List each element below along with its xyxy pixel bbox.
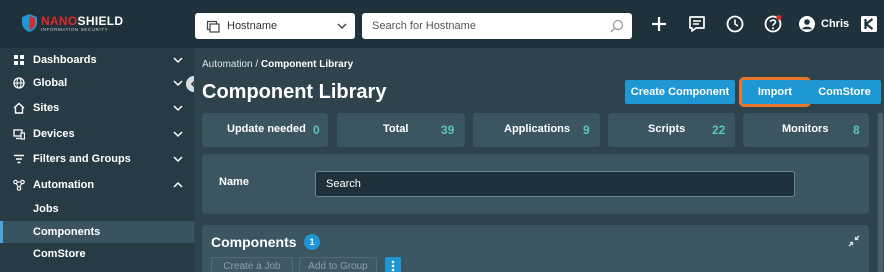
create-job-button[interactable]: Create a Job <box>211 257 293 272</box>
sidebar-item-automation[interactable]: Automation <box>0 173 194 197</box>
stat-label: Total <box>383 123 409 135</box>
sidebar-subitem-label: Components <box>33 226 101 238</box>
sidebar-item-filters-and-groups[interactable]: Filters and Groups <box>0 147 194 171</box>
automation-icon <box>13 179 25 191</box>
sidebar-item-label: Automation <box>33 179 95 191</box>
import-button[interactable]: Import <box>739 77 811 107</box>
chevron-down-icon <box>173 131 183 138</box>
sidebar: Dashboards Global Sites Devices Filters … <box>0 48 194 272</box>
search-box <box>362 13 632 39</box>
stat-scripts[interactable]: Scripts 22 <box>608 113 735 147</box>
add-to-group-button[interactable]: Add to Group <box>299 257 377 272</box>
stat-value: 39 <box>441 123 455 137</box>
stat-value: 0 <box>313 123 320 137</box>
chat-icon[interactable] <box>687 14 707 34</box>
hostname-select-value: Hostname <box>227 20 278 32</box>
sidebar-item-sites[interactable]: Sites <box>0 96 194 120</box>
collapse-arrows-icon[interactable] <box>848 235 860 247</box>
stat-label: Update needed <box>227 123 306 135</box>
devices-icon <box>13 129 25 140</box>
components-title: Components <box>211 234 297 250</box>
stat-label: Monitors <box>782 123 829 135</box>
breadcrumb-current: Component Library <box>260 59 354 70</box>
chevron-down-icon <box>173 57 183 64</box>
breadcrumb: Automation / Component Library <box>202 59 353 70</box>
grid-icon <box>14 55 24 65</box>
sidebar-item-devices[interactable]: Devices <box>0 122 194 146</box>
filter-icon <box>14 154 24 164</box>
breadcrumb-separator: / <box>252 59 261 70</box>
chevron-down-icon <box>337 23 347 29</box>
hostname-select[interactable]: Hostname <box>195 13 355 39</box>
help-icon[interactable] <box>763 14 783 34</box>
main-content: Automation / Component Library Component… <box>194 48 884 272</box>
scrollbar-thumb[interactable] <box>878 113 883 272</box>
create-component-button[interactable]: Create Component <box>625 80 735 104</box>
filter-panel: Name <box>202 154 869 214</box>
stat-monitors[interactable]: Monitors 8 <box>743 113 869 147</box>
sidebar-item-global[interactable]: Global <box>0 71 194 95</box>
sidebar-subitem-jobs[interactable]: Jobs <box>0 198 194 220</box>
user-avatar-icon <box>799 16 815 32</box>
stat-update-needed[interactable]: Update needed 0 <box>202 113 328 147</box>
sidebar-item-label: Dashboards <box>33 54 97 66</box>
user-name: Chris <box>821 18 850 30</box>
sidebar-item-label: Filters and Groups <box>33 153 131 165</box>
stat-value: 8 <box>853 123 860 137</box>
plus-icon[interactable] <box>649 14 669 34</box>
shield-logo-icon <box>22 14 37 32</box>
stat-label: Scripts <box>648 123 686 135</box>
name-search-input[interactable] <box>315 171 795 197</box>
stat-value: 22 <box>712 123 726 137</box>
name-filter-label: Name <box>219 176 249 188</box>
search-icon[interactable] <box>610 19 624 33</box>
home-icon <box>13 102 25 114</box>
document-icon <box>206 20 220 33</box>
chevron-down-icon <box>173 156 183 163</box>
stat-value: 9 <box>583 123 590 137</box>
page-title: Component Library <box>202 81 387 103</box>
nanoshield-logo[interactable]: NANOSHIELD INFORMATION SECURITY <box>22 13 124 35</box>
sidebar-subitem-label: ComStore <box>33 248 86 260</box>
clock-icon[interactable] <box>725 14 745 34</box>
kaseya-logo-icon[interactable] <box>861 16 877 32</box>
main-scrollbar[interactable] <box>877 113 884 272</box>
components-panel: Components 1 Create a Job Add to Group <box>202 225 869 272</box>
stat-total[interactable]: Total 39 <box>337 113 465 147</box>
comstore-button[interactable]: ComStore <box>808 80 881 104</box>
sidebar-subitem-label: Jobs <box>33 203 59 215</box>
sidebar-subitem-components[interactable]: Components <box>0 221 194 243</box>
globe-icon <box>13 77 25 89</box>
sidebar-item-label: Global <box>33 77 68 89</box>
logo-wordmark: NANOSHIELD <box>41 14 124 28</box>
sidebar-item-label: Devices <box>33 128 75 140</box>
search-input[interactable] <box>362 13 602 39</box>
components-count-badge: 1 <box>304 234 320 250</box>
sidebar-item-dashboards[interactable]: Dashboards <box>0 48 194 72</box>
stat-label: Applications <box>504 123 571 135</box>
chevron-down-icon <box>173 105 183 112</box>
chevron-up-icon <box>173 181 183 188</box>
more-options-icon[interactable] <box>385 257 401 272</box>
logo-subtitle: INFORMATION SECURITY <box>41 27 109 32</box>
breadcrumb-parent[interactable]: Automation <box>202 59 253 70</box>
sidebar-item-label: Sites <box>33 102 60 114</box>
sidebar-subitem-comstore[interactable]: ComStore <box>0 243 194 265</box>
stat-applications[interactable]: Applications 9 <box>473 113 600 147</box>
chevron-down-icon <box>173 80 183 87</box>
top-bar: NANOSHIELD INFORMATION SECURITY Hostname <box>0 0 884 48</box>
